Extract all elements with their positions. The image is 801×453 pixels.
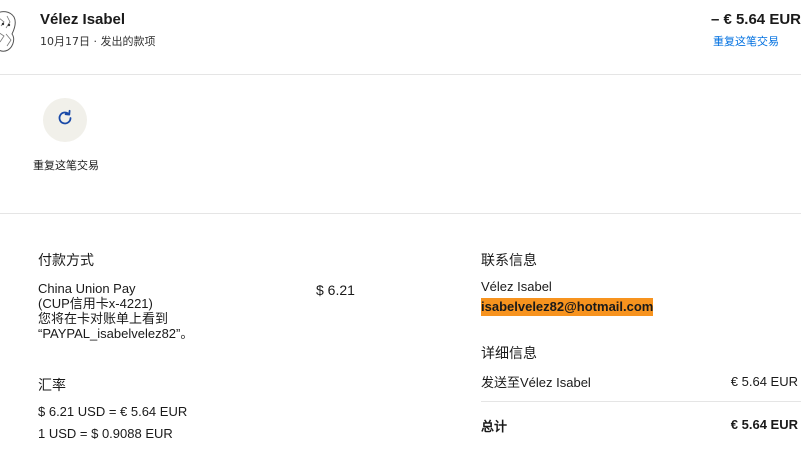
repeat-transaction-link[interactable]: 重复这笔交易 (713, 33, 779, 49)
avatar (0, 8, 18, 54)
transaction-amount: – € 5.64 EUR (710, 11, 801, 28)
total-amount: € 5.64 EUR (730, 417, 798, 432)
payment-method-description: China Union Pay (CUP信用卡x-4221) 您将在卡对账单上看… (38, 281, 278, 341)
payment-method-title: 付款方式 (38, 253, 94, 269)
sent-to-amount: € 5.64 EUR (730, 374, 798, 389)
repeat-transaction-button[interactable] (43, 98, 87, 142)
total-label: 总计 (481, 419, 508, 434)
repeat-transaction-label: 重复这笔交易 (33, 159, 99, 172)
contact-name: Vélez Isabel (481, 279, 552, 294)
details-divider (481, 401, 801, 402)
details-title: 详细信息 (481, 346, 537, 362)
payment-method-card: (CUP信用卡x-4221) (38, 296, 153, 311)
transaction-header: Vélez Isabel 10月17日 · 发出的款项 – € 5.64 EUR… (0, 0, 801, 75)
statement-descriptor: “PAYPAL_isabelvelez82”。 (38, 326, 194, 341)
transaction-date-type: 10月17日 · 发出的款项 (40, 35, 156, 48)
exchange-rate-line: $ 6.21 USD = € 5.64 EUR (38, 404, 188, 419)
action-area: 重复这笔交易 (0, 75, 801, 214)
payee-name: Vélez Isabel (40, 11, 126, 28)
payment-method-name: China Union Pay (38, 281, 136, 296)
payment-method-amount: $ 6.21 (316, 282, 355, 298)
contact-info-title: 联系信息 (481, 253, 537, 269)
exchange-rate-unit: 1 USD = $ 0.9088 EUR (38, 426, 173, 441)
sent-to-label: 发送至Vélez Isabel (481, 375, 591, 390)
exchange-rate-title: 汇率 (38, 378, 66, 394)
contact-email[interactable]: isabelvelez82@hotmail.com (481, 298, 654, 316)
refresh-icon (56, 109, 74, 132)
statement-note: 您将在卡对账单上看到 (38, 311, 169, 326)
